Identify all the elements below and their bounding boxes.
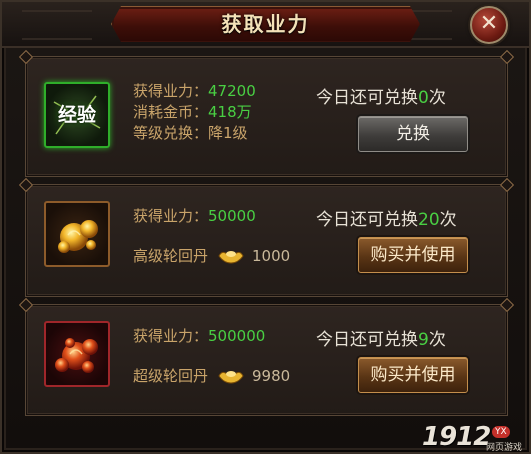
red-elixir-icon (44, 321, 110, 387)
buy-and-use-button[interactable]: 购买并使用 (358, 237, 468, 273)
exchange-row-super-pill: 获得业力：500000 超级轮回丹 9980 今日还可兑换9次 购买并使用 (18, 297, 515, 416)
watermark-number: 1912 (422, 422, 491, 452)
window-title: 获取业力 (221, 12, 310, 36)
info-line-karma: 获得业力：500000 (133, 327, 266, 345)
card-corner (18, 177, 34, 193)
buy-and-use-button[interactable]: 购买并使用 (358, 357, 468, 393)
item-name: 高级轮回丹 (133, 247, 209, 265)
item-price-line: 高级轮回丹 1000 (133, 246, 290, 267)
gold-elixir-icon (44, 201, 110, 267)
exp-badge-icon: 经验 (44, 82, 110, 148)
daily-limit-text: 今日还可兑换20次 (316, 210, 457, 230)
gold-ingot-icon (218, 368, 244, 384)
exp-info: 获得业力：47200 消耗金币：418万 等级兑换：降1级 (133, 81, 256, 144)
gold-ingot-icon (218, 248, 244, 264)
info-line-gold-cost: 消耗金币：418万 (133, 103, 252, 121)
advanced-pill-info: 获得业力：50000 高级轮回丹 1000 (133, 206, 290, 267)
item-price: 9980 (252, 367, 291, 385)
item-name: 超级轮回丹 (133, 367, 209, 385)
title-ornament-left (22, 10, 92, 40)
exchange-button[interactable]: 兑换 (358, 116, 468, 152)
info-line-karma: 获得业力：50000 (133, 207, 256, 225)
watermark-subtitle: 网页游戏 (486, 443, 523, 453)
card-corner (499, 49, 515, 65)
super-pill-info: 获得业力：500000 超级轮回丹 9980 (133, 326, 290, 387)
daily-limit-text: 今日还可兑换9次 (316, 330, 446, 350)
title-bar: 获取业力 ✕ (2, 2, 529, 48)
daily-limit-text: 今日还可兑换0次 (316, 88, 446, 108)
exp-badge-text: 经验 (57, 104, 96, 126)
close-icon: ✕ (479, 11, 499, 36)
site-watermark-logo: 1912 YX 网页游戏 (422, 420, 526, 454)
exchange-row-advanced-pill: 获得业力：50000 高级轮回丹 1000 今日还可兑换20次 购买并使用 (18, 177, 515, 297)
close-button[interactable]: ✕ (470, 6, 508, 44)
info-line-karma: 获得业力：47200 (133, 82, 256, 100)
card-corner (18, 49, 34, 65)
item-price-line: 超级轮回丹 9980 (133, 366, 290, 387)
card-corner (18, 297, 34, 313)
card-corner (499, 177, 515, 193)
watermark-badge: YX (492, 426, 510, 438)
item-price: 1000 (252, 247, 291, 265)
info-line-level-exchange: 等级兑换：降1级 (133, 124, 248, 142)
exchange-row-exp: 经验 获得业力：47200 消耗金币：418万 等级兑换：降1级 今日还可兑换0… (18, 49, 515, 177)
card-corner (499, 297, 515, 313)
get-karma-window: 获取业力 ✕ 经验 获得业力：47200 消耗金币：418万 等级兑换：降1级 … (0, 0, 531, 454)
